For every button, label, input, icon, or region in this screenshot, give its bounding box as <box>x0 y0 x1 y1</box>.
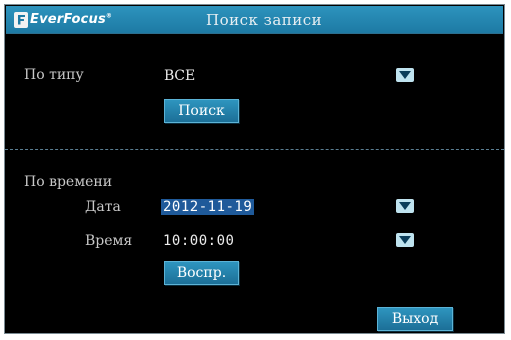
brand-name: EverFocus <box>30 12 106 27</box>
by-type-label: По типу <box>24 67 84 83</box>
play-button[interactable]: Воспр. <box>164 261 239 285</box>
date-field[interactable]: 2012-11-19 <box>161 199 255 215</box>
date-label: Дата <box>85 199 121 215</box>
everfocus-logo: EverFocus® <box>14 11 112 28</box>
time-dropdown-arrow-icon[interactable] <box>396 233 414 247</box>
type-select[interactable]: ВСЕ <box>164 68 195 84</box>
everfocus-logo-icon <box>14 11 28 28</box>
search-button[interactable]: Поиск <box>164 99 239 123</box>
window-title: Поиск записи <box>206 11 323 29</box>
date-dropdown-arrow-icon[interactable] <box>396 199 414 213</box>
title-bar: EverFocus® Поиск записи <box>6 6 503 34</box>
type-dropdown-arrow-icon[interactable] <box>396 68 414 82</box>
time-label: Время <box>85 233 133 249</box>
brand-registered-mark: ® <box>105 12 113 20</box>
by-time-label: По времени <box>24 174 113 190</box>
search-record-window: EverFocus® Поиск записи По типу ВСЕ Поис… <box>4 4 505 334</box>
section-divider <box>5 149 504 150</box>
time-field[interactable]: 10:00:00 <box>163 233 234 249</box>
exit-button[interactable]: Выход <box>377 307 453 331</box>
